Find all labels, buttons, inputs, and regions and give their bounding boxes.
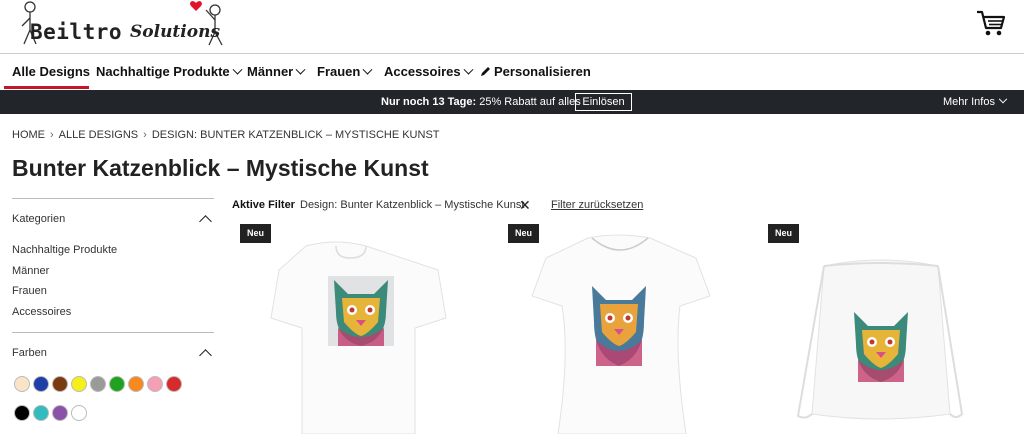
cart-icon[interactable]	[975, 8, 1007, 38]
breadcrumb: HOME › ALLE DESIGNS › DESIGN: BUNTER KATZENB…	[12, 129, 440, 141]
breadcrumb-home[interactable]: HOME	[12, 129, 45, 141]
chevron-up-icon[interactable]	[199, 349, 212, 362]
pencil-icon	[481, 67, 490, 76]
nav-label: Personalisieren	[494, 64, 591, 79]
logo[interactable]: Beiltro Solutions	[10, 0, 230, 50]
color-swatch[interactable]	[90, 376, 106, 392]
chevron-up-icon[interactable]	[199, 215, 212, 228]
more-info-label: Mehr Infos	[943, 96, 995, 108]
chevron-down-icon	[295, 64, 306, 75]
tshirt-image	[270, 241, 447, 434]
color-swatch[interactable]	[166, 376, 182, 392]
logo-text-script: Solutions	[130, 22, 221, 42]
nav-item-personalisieren[interactable]: Personalisieren	[480, 64, 591, 79]
color-swatch[interactable]	[147, 376, 163, 392]
nav-item-nachhaltige-produkte[interactable]: Nachhaltige Produkte	[96, 64, 243, 79]
product-card-gymbag[interactable]: Neu	[760, 224, 1022, 434]
category-link[interactable]: Accessoires	[12, 306, 71, 318]
logo-text: Beiltro	[30, 20, 123, 44]
product-card-women-tshirt[interactable]: Neu	[500, 224, 762, 434]
categories-heading[interactable]: Kategorien	[12, 213, 65, 225]
breadcrumb-current[interactable]: DESIGN: BUNTER KATZENBLICK – MYSTISCHE K…	[152, 129, 440, 141]
more-info-link[interactable]: Mehr Infos	[943, 94, 1008, 108]
women-tshirt-image	[531, 234, 711, 434]
nav-item-frauen[interactable]: Frauen	[317, 64, 373, 79]
category-link[interactable]: Frauen	[12, 285, 47, 297]
chevron-down-icon	[463, 64, 474, 75]
active-filter-label: Aktive Filter	[232, 199, 295, 211]
color-swatch[interactable]	[52, 376, 68, 392]
category-link[interactable]: Männer	[12, 265, 49, 277]
promo-text: Nur noch 13 Tage: 25% Rabatt auf alles	[381, 96, 581, 108]
promo-bar: Nur noch 13 Tage: 25% Rabatt auf alles E…	[0, 90, 1024, 114]
color-swatch[interactable]	[109, 376, 125, 392]
color-swatch[interactable]	[14, 405, 30, 421]
main-nav: Alle Designs Nachhaltige Produkte Männer…	[0, 55, 1024, 90]
nav-item-maenner[interactable]: Männer	[247, 64, 306, 79]
heart-icon	[190, 1, 202, 12]
color-swatch[interactable]	[71, 405, 87, 421]
gymbag-image	[796, 259, 964, 420]
nav-item-alle-designs[interactable]: Alle Designs	[12, 64, 90, 79]
promo-deadline: Nur noch 13 Tage:	[381, 96, 477, 108]
chevron-right-icon: ›	[143, 129, 147, 141]
chevron-down-icon	[998, 94, 1008, 104]
site-header: Beiltro Solutions	[0, 0, 1024, 54]
color-swatch[interactable]	[128, 376, 144, 392]
divider	[12, 332, 214, 333]
chevron-right-icon: ›	[50, 129, 54, 141]
color-swatch[interactable]	[14, 376, 30, 392]
promo-offer: 25% Rabatt auf alles	[479, 96, 581, 108]
divider	[12, 198, 214, 199]
nav-label: Alle Designs	[12, 64, 91, 79]
nav-label: Frauen	[317, 64, 361, 79]
color-swatch[interactable]	[33, 376, 49, 392]
nav-item-accessoires[interactable]: Accessoires	[384, 64, 474, 79]
redeem-button[interactable]: Einlösen	[575, 93, 632, 111]
color-swatch[interactable]	[52, 405, 68, 421]
page-title: Bunter Katzenblick – Mystische Kunst	[12, 155, 429, 181]
breadcrumb-all-designs[interactable]: ALLE DESIGNS	[59, 129, 138, 141]
colors-heading[interactable]: Farben	[12, 347, 47, 359]
close-icon[interactable]: ✕	[519, 198, 531, 212]
chevron-down-icon	[232, 64, 243, 75]
category-link[interactable]: Nachhaltige Produkte	[12, 244, 117, 256]
nav-label: Männer	[247, 64, 294, 79]
product-card-tshirt[interactable]: Neu	[232, 224, 494, 434]
reset-filters-link[interactable]: Filter zurücksetzen	[551, 199, 643, 211]
nav-active-indicator	[4, 86, 89, 89]
nav-label: Nachhaltige Produkte	[96, 64, 230, 79]
nav-label: Accessoires	[384, 64, 461, 79]
active-filter-chip[interactable]: Design: Bunter Katzenblick – Mystische K…	[300, 199, 524, 211]
color-swatch[interactable]	[71, 376, 87, 392]
color-swatch[interactable]	[33, 405, 49, 421]
chevron-down-icon	[362, 64, 373, 75]
cat-design	[328, 276, 394, 346]
